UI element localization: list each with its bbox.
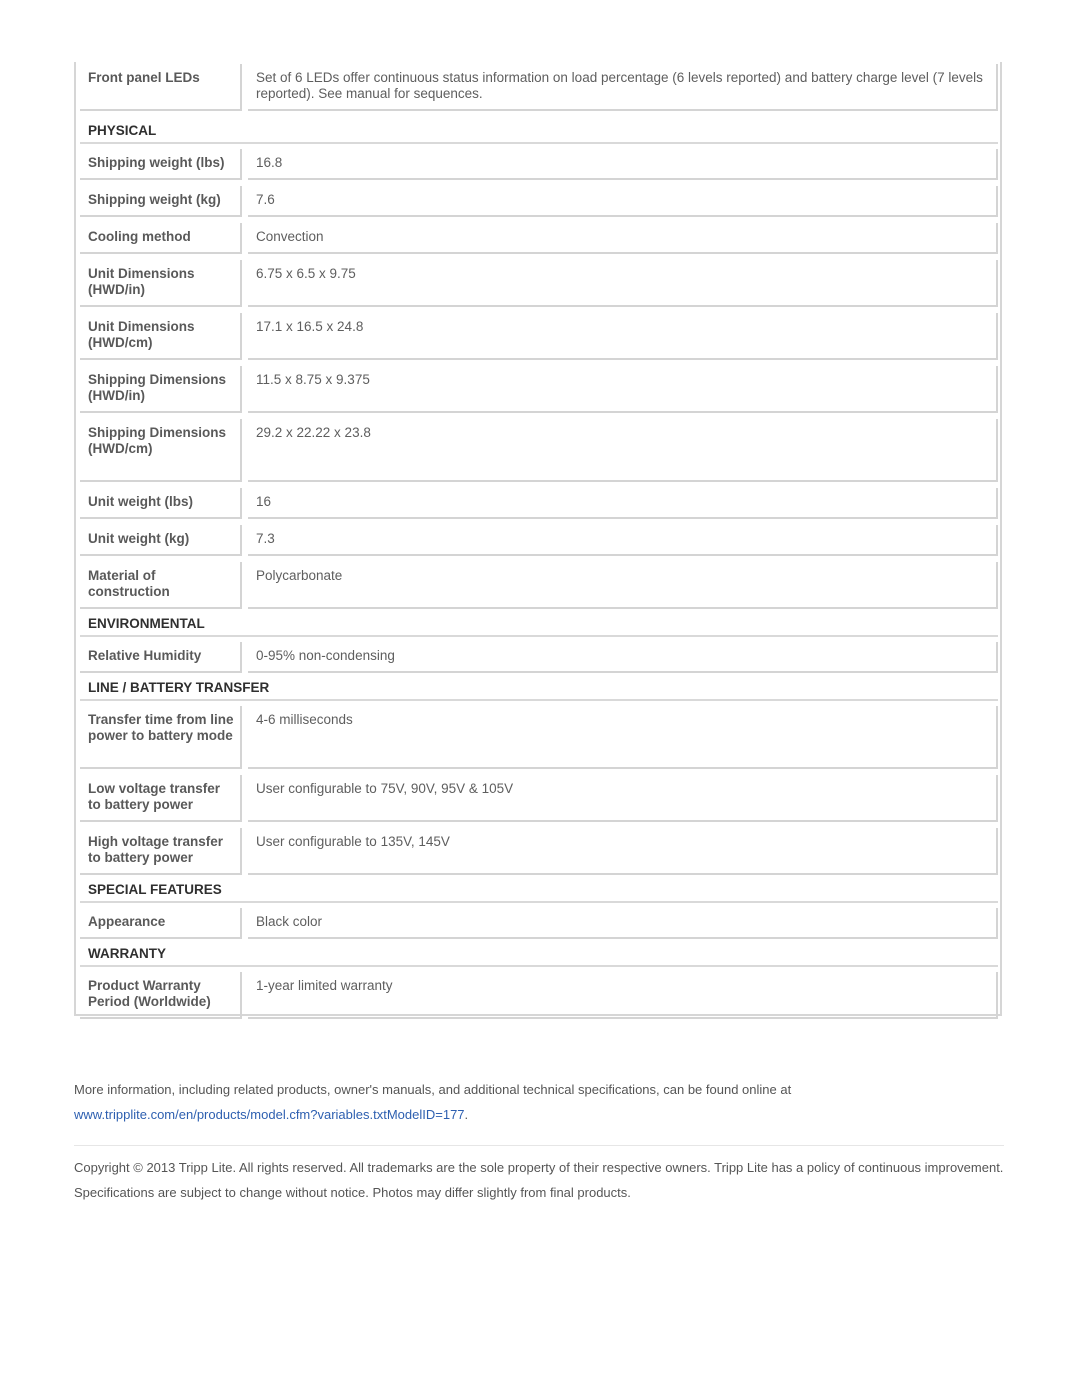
spec-value: 4-6 milliseconds	[248, 706, 998, 769]
spec-label: Relative Humidity	[80, 642, 242, 673]
section-header-physical: PHYSICAL	[80, 117, 998, 144]
spec-label: Unit Dimensions (HWD/in)	[80, 260, 242, 307]
section-header-special-features: SPECIAL FEATURES	[80, 876, 998, 903]
spec-value: 29.2 x 22.22 x 23.8	[248, 419, 998, 482]
spec-value: User configurable to 135V, 145V	[248, 828, 998, 875]
spec-label: Appearance	[80, 908, 242, 939]
spec-value: 11.5 x 8.75 x 9.375	[248, 366, 998, 413]
more-info-paragraph: More information, including related prod…	[74, 1077, 1014, 1127]
section-header-environmental: ENVIRONMENTAL	[80, 610, 998, 637]
spec-row-low-voltage-transfer: Low voltage transfer to battery power Us…	[80, 775, 998, 822]
spec-label: Shipping Dimensions (HWD/in)	[80, 366, 242, 413]
spec-value: 0-95% non-condensing	[248, 642, 998, 673]
spec-row-unit-dimensions-in: Unit Dimensions (HWD/in) 6.75 x 6.5 x 9.…	[80, 260, 998, 307]
spec-value: 7.6	[248, 186, 998, 217]
spec-row-front-panel-leds: Front panel LEDs Set of 6 LEDs offer con…	[80, 64, 998, 111]
spec-row-appearance: Appearance Black color	[80, 908, 998, 939]
spec-table-container: Front panel LEDs Set of 6 LEDs offer con…	[74, 62, 1002, 1019]
section-header-line-battery-transfer: LINE / BATTERY TRANSFER	[80, 674, 998, 701]
spec-label: Shipping Dimensions (HWD/cm)	[80, 419, 242, 482]
spec-value: 17.1 x 16.5 x 24.8	[248, 313, 998, 360]
copyright-notice: Copyright © 2013 Tripp Lite. All rights …	[74, 1160, 1004, 1200]
spec-row-shipping-dimensions-in: Shipping Dimensions (HWD/in) 11.5 x 8.75…	[80, 366, 998, 413]
section-header-warranty: WARRANTY	[80, 940, 998, 967]
spec-row-shipping-weight-lbs: Shipping weight (lbs) 16.8	[80, 149, 998, 180]
spec-label: Unit weight (lbs)	[80, 488, 242, 519]
spec-value: Polycarbonate	[248, 562, 998, 609]
more-info-text: More information, including related prod…	[74, 1082, 792, 1097]
link-suffix: .	[464, 1107, 469, 1122]
spec-label: Unit weight (kg)	[80, 525, 242, 556]
spec-value: 7.3	[248, 525, 998, 556]
spec-label: Material of construction	[80, 562, 242, 609]
product-link[interactable]: www.tripplite.com/en/products/model.cfm?…	[74, 1107, 465, 1122]
spec-label: Low voltage transfer to battery power	[80, 775, 242, 822]
spec-value: Black color	[248, 908, 998, 939]
spec-table: Front panel LEDs Set of 6 LEDs offer con…	[80, 64, 998, 1025]
spec-row-cooling-method: Cooling method Convection	[80, 223, 998, 254]
spec-value: 6.75 x 6.5 x 9.75	[248, 260, 998, 307]
spec-row-unit-weight-lbs: Unit weight (lbs) 16	[80, 488, 998, 519]
spec-label: Shipping weight (lbs)	[80, 149, 242, 180]
spec-row-shipping-dimensions-cm: Shipping Dimensions (HWD/cm) 29.2 x 22.2…	[80, 419, 998, 482]
spec-value: Set of 6 LEDs offer continuous status in…	[248, 64, 998, 111]
spec-label: High voltage transfer to battery power	[80, 828, 242, 875]
spec-row-material: Material of construction Polycarbonate	[80, 562, 998, 609]
spec-label: Transfer time from line power to battery…	[80, 706, 242, 769]
spec-value: User configurable to 75V, 90V, 95V & 105…	[248, 775, 998, 822]
spec-label: Cooling method	[80, 223, 242, 254]
spec-label: Unit Dimensions (HWD/cm)	[80, 313, 242, 360]
spec-row-product-warranty: Product Warranty Period (Worldwide) 1-ye…	[80, 972, 998, 1019]
spec-row-unit-dimensions-cm: Unit Dimensions (HWD/cm) 17.1 x 16.5 x 2…	[80, 313, 998, 360]
spec-label: Front panel LEDs	[80, 64, 242, 111]
spec-value: 1-year limited warranty	[248, 972, 998, 1019]
spec-value: 16	[248, 488, 998, 519]
spec-row-high-voltage-transfer: High voltage transfer to battery power U…	[80, 828, 998, 875]
spec-row-unit-weight-kg: Unit weight (kg) 7.3	[80, 525, 998, 556]
spec-value: Convection	[248, 223, 998, 254]
spec-row-shipping-weight-kg: Shipping weight (kg) 7.6	[80, 186, 998, 217]
spec-label: Product Warranty Period (Worldwide)	[80, 972, 242, 1019]
spec-row-transfer-time: Transfer time from line power to battery…	[80, 706, 998, 769]
spec-value: 16.8	[248, 149, 998, 180]
spec-row-relative-humidity: Relative Humidity 0-95% non-condensing	[80, 642, 998, 673]
footer-divider	[74, 1145, 1004, 1146]
spec-label: Shipping weight (kg)	[80, 186, 242, 217]
